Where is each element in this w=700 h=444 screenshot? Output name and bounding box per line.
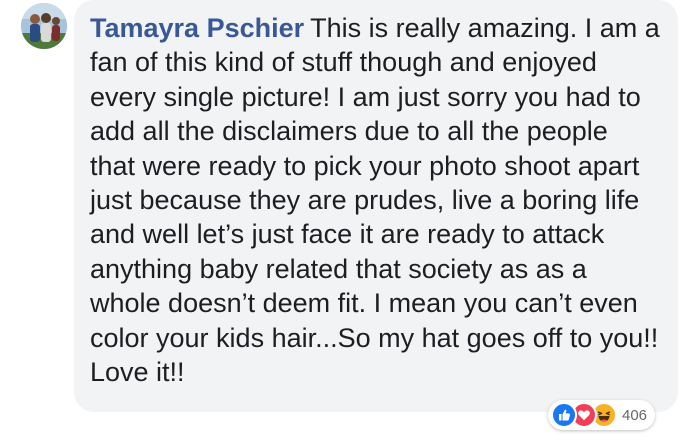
reactions-summary[interactable]: 406 [548,400,656,430]
reaction-count: 406 [622,406,648,424]
comment-thread: Tamayra Pschier This is really amazing. I… [0,0,700,444]
comment-bubble: Tamayra Pschier This is really amazing. I… [74,0,678,412]
avatar[interactable] [21,3,67,49]
like-icon [551,402,577,428]
profile-photo-icon [21,3,67,49]
comment-text: This is really amazing. I am a fan of th… [90,13,660,388]
author-name-link[interactable]: Tamayra Pschier [90,13,304,43]
comment-body: Tamayra Pschier This is really amazing. I… [90,11,660,389]
